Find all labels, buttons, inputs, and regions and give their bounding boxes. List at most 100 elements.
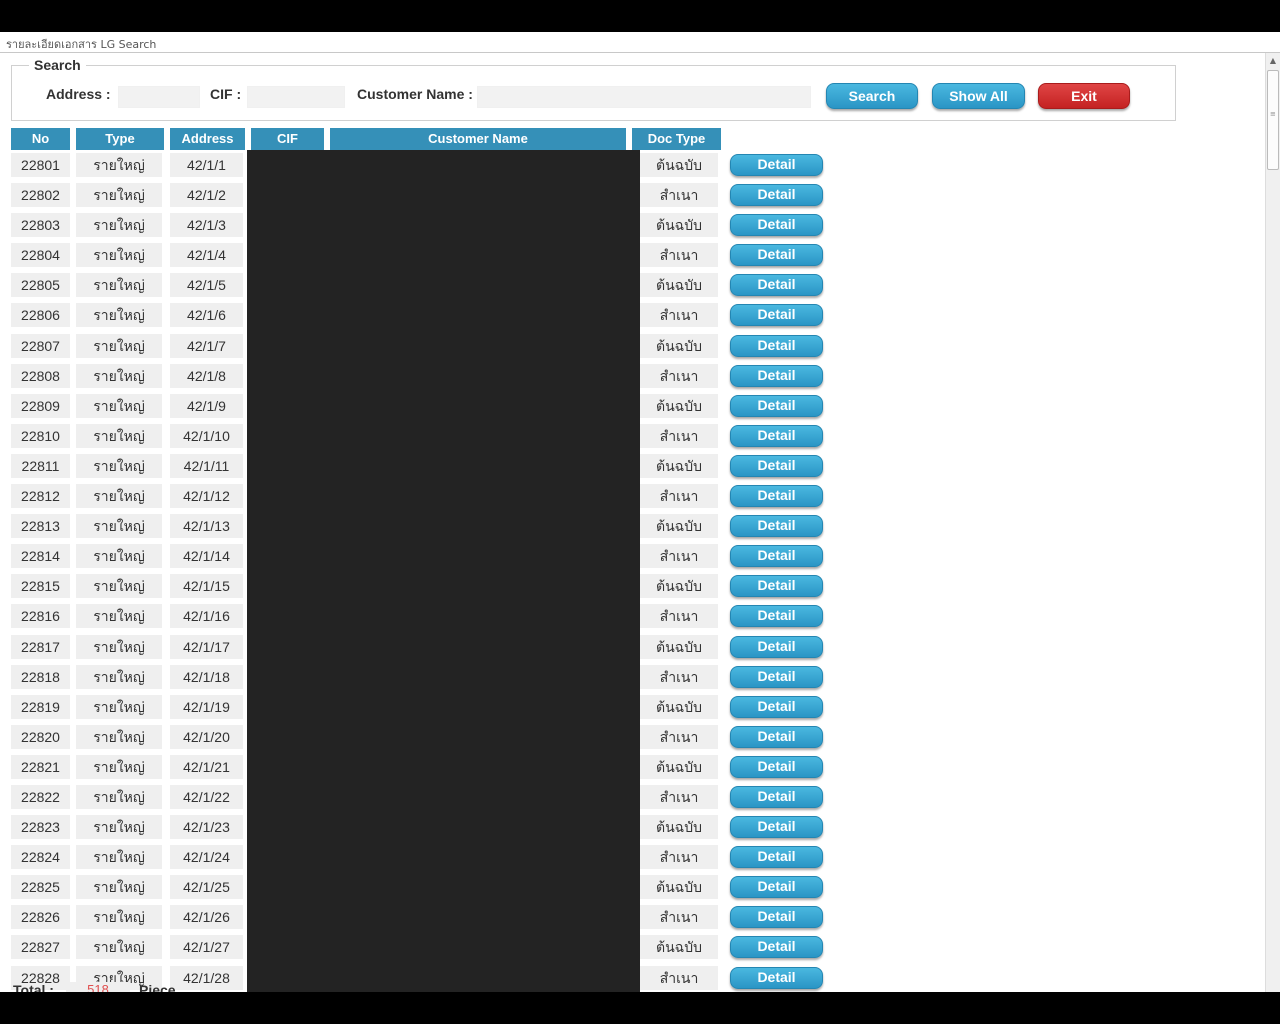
cell-no: 22813: [11, 514, 70, 539]
cell-address: 42/1/21: [170, 754, 243, 779]
cell-address: 42/1/27: [170, 935, 243, 960]
cell-type: รายใหญ่: [76, 634, 162, 659]
detail-button[interactable]: Detail: [730, 214, 823, 237]
detail-button[interactable]: Detail: [730, 394, 823, 417]
cell-doc-type: สำเนา: [640, 303, 718, 328]
detail-button[interactable]: Detail: [730, 695, 823, 718]
cell-type: รายใหญ่: [76, 694, 162, 719]
detail-button[interactable]: Detail: [730, 424, 823, 447]
cell-address: 42/1/20: [170, 724, 243, 749]
cell-type: รายใหญ่: [76, 905, 162, 930]
cell-type: รายใหญ่: [76, 875, 162, 900]
detail-button[interactable]: Detail: [730, 154, 823, 176]
detail-button[interactable]: Detail: [730, 304, 823, 327]
cell-doc-type: ต้นฉบับ: [640, 574, 718, 599]
cell-address: 42/1/2: [170, 183, 243, 208]
detail-button[interactable]: Detail: [730, 515, 823, 538]
column-header-no: No: [11, 128, 70, 150]
detail-button[interactable]: Detail: [730, 485, 823, 508]
cell-type: รายใหญ่: [76, 153, 162, 177]
detail-button[interactable]: Detail: [730, 184, 823, 207]
cell-type: รายใหญ่: [76, 213, 162, 238]
app-viewport: รายละเอียดเอกสาร LG Search Search Addres…: [0, 32, 1280, 992]
customer-name-input[interactable]: [477, 86, 811, 108]
scroll-grip-icon: ≡: [1270, 110, 1276, 118]
cell-doc-type: ต้นฉบับ: [640, 815, 718, 840]
cell-address: 42/1/22: [170, 784, 243, 809]
cell-doc-type: สำเนา: [640, 845, 718, 870]
detail-button[interactable]: Detail: [730, 906, 823, 929]
cell-type: รายใหญ่: [76, 724, 162, 749]
cell-no: 22815: [11, 574, 70, 599]
cell-address: 42/1/6: [170, 303, 243, 328]
cell-type: รายใหญ่: [76, 574, 162, 599]
detail-button[interactable]: Detail: [730, 334, 823, 357]
detail-button[interactable]: Detail: [730, 755, 823, 778]
column-header-doc-type: Doc Type: [632, 128, 721, 150]
address-input[interactable]: [118, 86, 200, 108]
scroll-up-arrow-icon[interactable]: ▲: [1267, 54, 1279, 68]
cell-type: รายใหญ่: [76, 363, 162, 388]
search-panel: Search Address : CIF : Customer Name : S…: [11, 57, 1176, 121]
detail-button[interactable]: Detail: [730, 966, 823, 989]
vertical-scrollbar[interactable]: ▲ ≡: [1265, 53, 1280, 992]
exit-button[interactable]: Exit: [1038, 83, 1130, 109]
detail-button[interactable]: Detail: [730, 725, 823, 748]
cell-address: 42/1/5: [170, 273, 243, 298]
cell-doc-type: สำเนา: [640, 544, 718, 569]
cell-doc-type: ต้นฉบับ: [640, 393, 718, 418]
detail-button[interactable]: Detail: [730, 575, 823, 598]
column-header-address: Address: [170, 128, 245, 150]
detail-button[interactable]: Detail: [730, 846, 823, 869]
search-button[interactable]: Search: [826, 83, 918, 109]
cell-address: 42/1/24: [170, 845, 243, 870]
detail-button[interactable]: Detail: [730, 244, 823, 267]
cell-type: รายใหญ่: [76, 604, 162, 629]
cell-doc-type: ต้นฉบับ: [640, 694, 718, 719]
cell-no: 22810: [11, 423, 70, 448]
column-header-cif: CIF: [251, 128, 324, 150]
cell-no: 22822: [11, 784, 70, 809]
detail-button[interactable]: Detail: [730, 876, 823, 899]
detail-button[interactable]: Detail: [730, 454, 823, 477]
cell-type: รายใหญ่: [76, 183, 162, 208]
cell-no: 22826: [11, 905, 70, 930]
cell-address: 42/1/25: [170, 875, 243, 900]
cell-no: 22812: [11, 484, 70, 509]
cell-doc-type: สำเนา: [640, 905, 718, 930]
cell-address: 42/1/9: [170, 393, 243, 418]
detail-button[interactable]: Detail: [730, 816, 823, 839]
cell-type: รายใหญ่: [76, 333, 162, 358]
detail-button[interactable]: Detail: [730, 785, 823, 808]
detail-button[interactable]: Detail: [730, 274, 823, 297]
scroll-thumb[interactable]: ≡: [1267, 70, 1279, 170]
detail-button[interactable]: Detail: [730, 936, 823, 959]
column-header-customer-name: Customer Name: [330, 128, 626, 150]
cell-type: รายใหญ่: [76, 303, 162, 328]
cell-doc-type: ต้นฉบับ: [640, 935, 718, 960]
show-all-button[interactable]: Show All: [932, 83, 1025, 109]
detail-button[interactable]: Detail: [730, 545, 823, 568]
detail-button[interactable]: Detail: [730, 665, 823, 688]
cell-address: 42/1/10: [170, 423, 243, 448]
cif-input[interactable]: [247, 86, 345, 108]
cell-address: 42/1/8: [170, 363, 243, 388]
cell-type: รายใหญ่: [76, 935, 162, 960]
detail-button[interactable]: Detail: [730, 635, 823, 658]
cell-no: 22803: [11, 213, 70, 238]
search-legend: Search: [29, 57, 86, 73]
cell-no: 22808: [11, 363, 70, 388]
cell-no: 22801: [11, 153, 70, 177]
cell-doc-type: ต้นฉบับ: [640, 754, 718, 779]
screen-bottom-bar: [0, 992, 1280, 1024]
cell-doc-type: ต้นฉบับ: [640, 333, 718, 358]
cell-type: รายใหญ่: [76, 544, 162, 569]
cell-no: 22814: [11, 544, 70, 569]
cell-type: รายใหญ่: [76, 754, 162, 779]
cell-doc-type: ต้นฉบับ: [640, 634, 718, 659]
cell-type: รายใหญ่: [76, 243, 162, 268]
cell-type: รายใหญ่: [76, 815, 162, 840]
detail-button[interactable]: Detail: [730, 364, 823, 387]
detail-button[interactable]: Detail: [730, 605, 823, 628]
cell-doc-type: ต้นฉบับ: [640, 273, 718, 298]
